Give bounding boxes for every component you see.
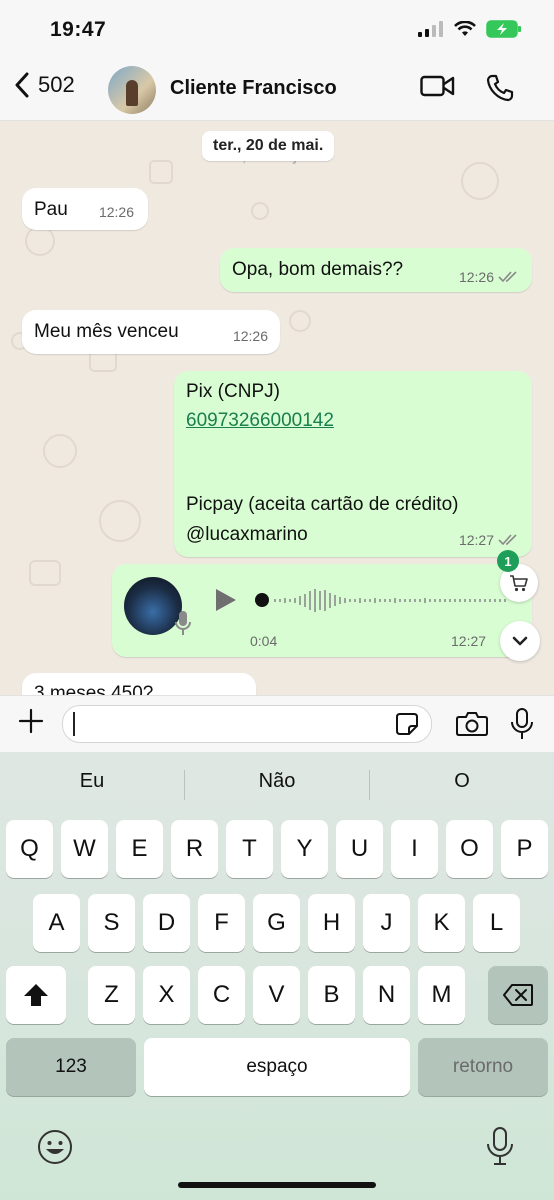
return-key[interactable]: retorno [418, 1038, 548, 1096]
shift-arrow-icon [24, 984, 48, 1006]
voice-waveform[interactable] [254, 585, 514, 615]
call-actions [420, 74, 514, 102]
key-k[interactable]: K [418, 894, 465, 952]
status-time: 19:47 [50, 18, 107, 41]
sticker-icon[interactable] [395, 712, 419, 736]
key-y[interactable]: Y [281, 820, 328, 878]
message-text: Meu mês venceu [34, 321, 179, 342]
date-chip: ter., 20 de mai. [202, 131, 335, 161]
key-o[interactable]: O [446, 820, 493, 878]
battery-charging-icon [486, 20, 521, 38]
suggestion-item[interactable]: Eu [0, 770, 184, 793]
chevron-down-icon [512, 636, 528, 646]
shift-key[interactable] [6, 966, 66, 1024]
message-line: Picpay (aceita cartão de crédito) [186, 494, 459, 515]
message-out[interactable]: Opa, bom demais?? 12:26 [220, 248, 532, 292]
key-f[interactable]: F [198, 894, 245, 952]
phone-call-icon[interactable] [486, 74, 514, 102]
key-v[interactable]: V [253, 966, 300, 1024]
key-g[interactable]: G [253, 894, 300, 952]
message-time: 12:27 [451, 633, 487, 649]
key-z[interactable]: Z [88, 966, 135, 1024]
key-s[interactable]: S [88, 894, 135, 952]
read-ticks-icon [498, 271, 517, 283]
key-t[interactable]: T [226, 820, 273, 878]
home-indicator [178, 1182, 376, 1188]
camera-icon[interactable] [456, 711, 488, 737]
unread-count: 502 [38, 72, 75, 97]
message-input[interactable] [62, 705, 432, 743]
message-line: Pix (CNPJ) [186, 381, 280, 402]
cart-badge: 1 [497, 550, 519, 572]
read-ticks-icon [498, 534, 517, 546]
numbers-key[interactable]: 123 [6, 1038, 136, 1096]
plus-icon [18, 708, 44, 734]
key-m[interactable]: M [418, 966, 465, 1024]
key-x[interactable]: X [143, 966, 190, 1024]
voice-record-icon[interactable] [510, 708, 534, 740]
key-h[interactable]: H [308, 894, 355, 952]
suggestion-item[interactable]: Não [185, 770, 369, 793]
shopping-cart-icon [510, 575, 528, 592]
message-in[interactable]: Meu mês venceu 12:26 [22, 310, 280, 354]
key-d[interactable]: D [143, 894, 190, 952]
space-key[interactable]: espaço [144, 1038, 410, 1096]
backspace-icon [503, 984, 533, 1006]
message-time: 12:26 [232, 328, 268, 344]
key-n[interactable]: N [363, 966, 410, 1024]
message-meta: 12:27 [459, 532, 520, 548]
message-text: Opa, bom demais?? [232, 259, 404, 280]
attach-plus-button[interactable] [18, 708, 44, 738]
message-time: 12:26 [458, 269, 494, 285]
message-meta: 12:26 [459, 269, 520, 285]
key-c[interactable]: C [198, 966, 245, 1024]
wifi-icon [454, 21, 476, 36]
suggestion-bar: Eu Não O [0, 752, 554, 814]
chat-header: 502 Cliente Francisco [0, 60, 554, 121]
status-bar: 19:47 [0, 0, 554, 60]
message-out-payment[interactable]: Pix (CNPJ) 60973266000142 Picpay (aceita… [174, 371, 532, 557]
message-text: Pau [34, 199, 68, 220]
pix-key-link[interactable]: 60973266000142 [186, 410, 334, 432]
back-button[interactable]: 502 [14, 72, 75, 98]
keyboard: Eu Não O Q W E R T Y U I O P A S D F G H… [0, 752, 554, 1200]
key-j[interactable]: J [363, 894, 410, 952]
key-r[interactable]: R [171, 820, 218, 878]
status-icons [418, 20, 522, 38]
cellular-signal-icon [418, 21, 443, 37]
chat-area[interactable]: sáb., 21 de jun. ter., 20 de mai. Pau 12… [0, 121, 554, 695]
message-in-partial[interactable]: 3 meses 450? [22, 673, 256, 695]
message-in[interactable]: Pau 12:26 [22, 188, 148, 230]
key-w[interactable]: W [61, 820, 108, 878]
play-icon[interactable] [214, 587, 238, 613]
dictation-microphone-icon[interactable] [486, 1127, 514, 1165]
message-line: @lucaxmarino [186, 524, 308, 545]
key-e[interactable]: E [116, 820, 163, 878]
voice-duration: 0:04 [250, 633, 278, 649]
scroll-down-button[interactable] [500, 621, 540, 661]
emoji-icon[interactable] [37, 1129, 73, 1165]
key-a[interactable]: A [33, 894, 80, 952]
message-time: 12:27 [458, 532, 494, 548]
voice-message[interactable]: 0:04 12:27 [112, 564, 532, 657]
text-cursor [73, 712, 75, 736]
avatar-figure [126, 80, 138, 106]
chevron-left-icon [15, 72, 29, 98]
message-text: 3 meses 450? [34, 683, 154, 695]
key-q[interactable]: Q [6, 820, 53, 878]
microphone-icon [175, 611, 191, 635]
key-p[interactable]: P [501, 820, 548, 878]
delete-key[interactable] [488, 966, 548, 1024]
message-composer [0, 695, 554, 753]
video-call-icon[interactable] [420, 74, 456, 98]
message-time: 12:26 [98, 204, 134, 220]
contact-avatar[interactable] [108, 66, 156, 114]
suggestion-item[interactable]: O [370, 770, 554, 793]
key-i[interactable]: I [391, 820, 438, 878]
key-b[interactable]: B [308, 966, 355, 1024]
contact-name[interactable]: Cliente Francisco [170, 77, 337, 100]
key-u[interactable]: U [336, 820, 383, 878]
key-l[interactable]: L [473, 894, 520, 952]
